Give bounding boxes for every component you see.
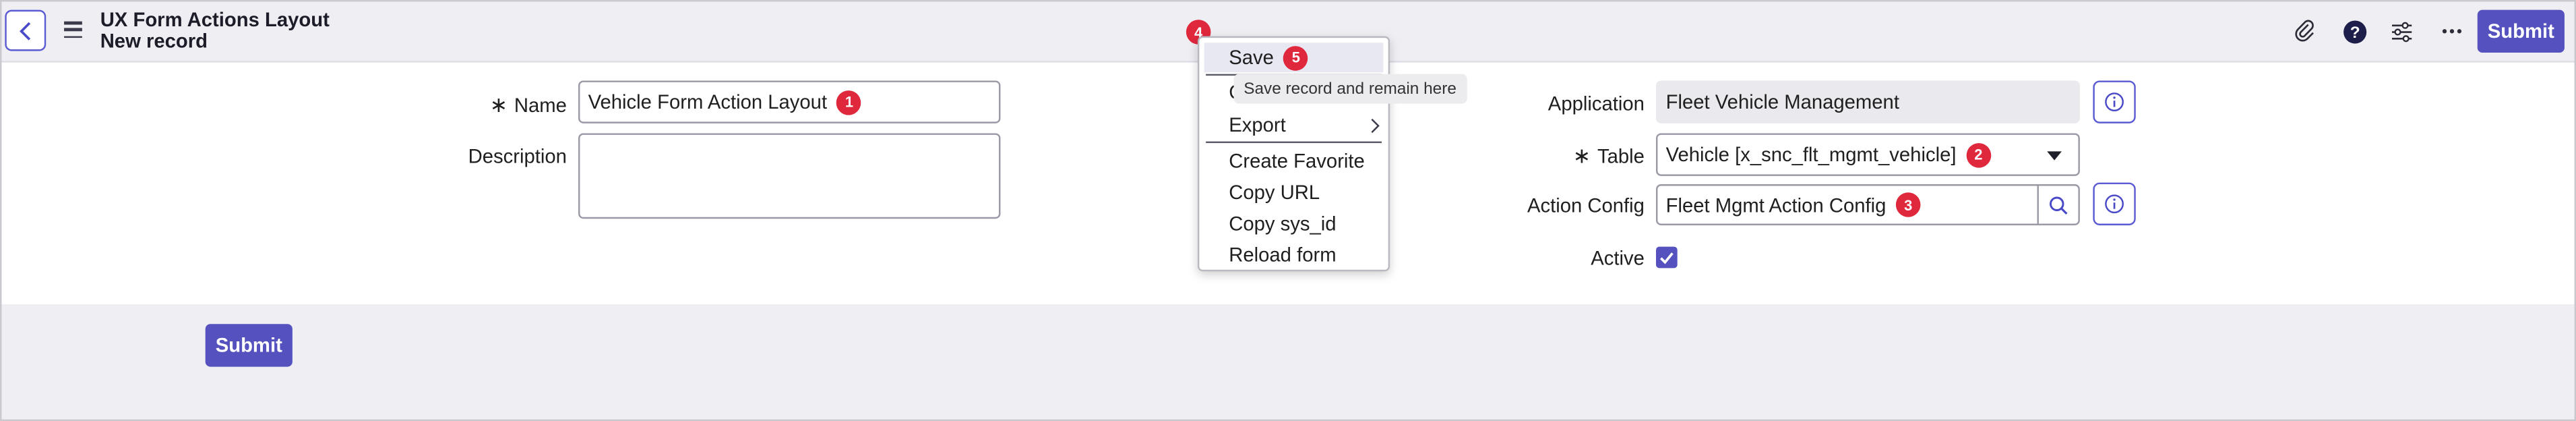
window-frame [0, 0, 2576, 421]
app-stage: UX Form Actions Layout New record ? Subm… [0, 0, 2576, 421]
